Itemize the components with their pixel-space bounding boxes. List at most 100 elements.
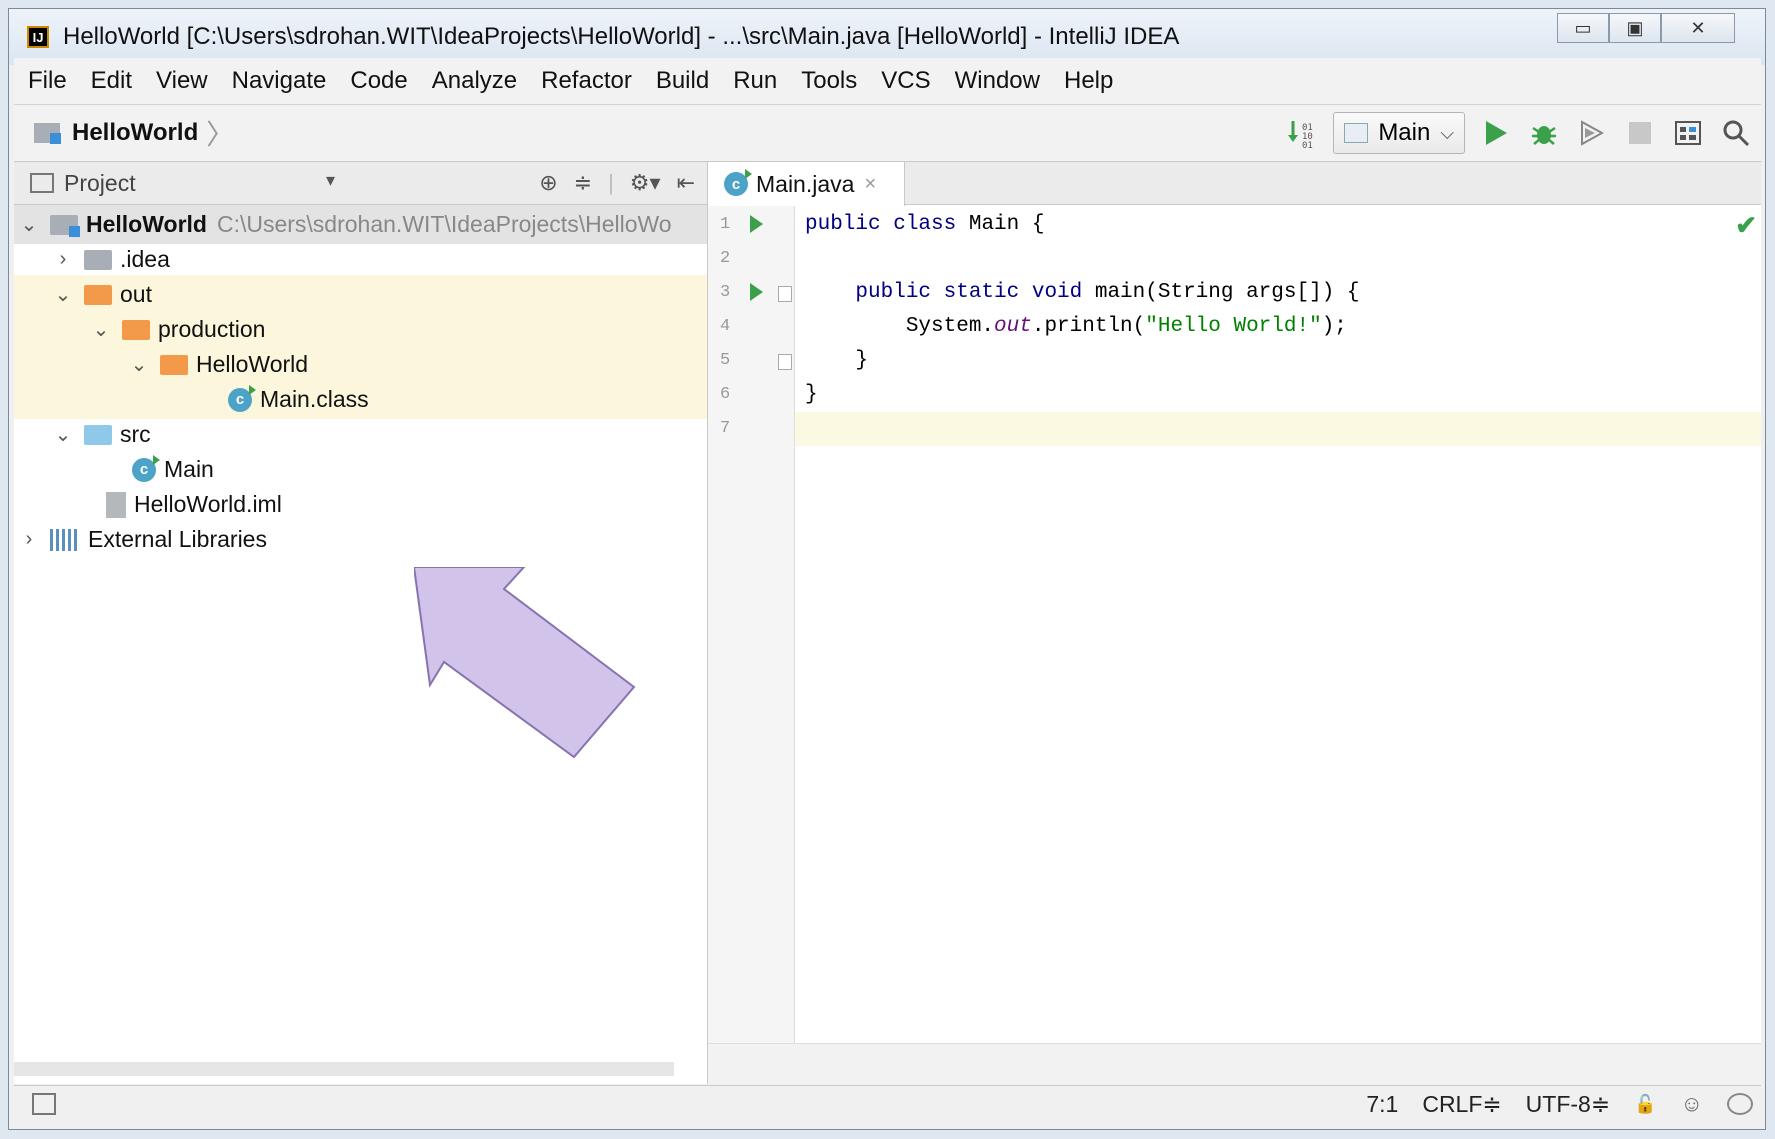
sort-binary-icon[interactable]: 01 10 01 — [1285, 116, 1319, 150]
chevron-down-icon[interactable]: ⌄ — [52, 422, 74, 447]
tree-item-label: HelloWorld.iml — [134, 491, 282, 517]
horizontal-scrollbar[interactable] — [14, 1062, 674, 1076]
callout-arrow-icon — [414, 567, 636, 759]
excluded-folder-icon — [84, 284, 112, 305]
chevron-down-icon[interactable]: ⌄ — [18, 212, 40, 237]
stop-icon[interactable] — [1623, 116, 1657, 150]
gear-icon[interactable]: ⚙▾ — [630, 170, 661, 196]
close-tab-icon[interactable]: × — [864, 173, 876, 196]
tab-main-java[interactable]: c Main.java × — [708, 162, 905, 206]
menu-help[interactable]: Help — [1064, 67, 1113, 95]
maximize-button[interactable]: ▣ — [1609, 13, 1661, 43]
tree-item-production[interactable]: ⌄ production — [14, 310, 707, 349]
project-structure-icon[interactable] — [1671, 116, 1705, 150]
caret-position[interactable]: 7:1 — [1366, 1091, 1398, 1118]
menu-build[interactable]: Build — [656, 67, 709, 95]
project-panel-actions: ⊕ ≑ | ⚙▾ ⇤ — [539, 162, 695, 204]
menu-code[interactable]: Code — [350, 67, 407, 95]
encoding-selector[interactable]: UTF-8≑ — [1526, 1091, 1610, 1118]
menu-view[interactable]: View — [156, 67, 208, 95]
menu-tools[interactable]: Tools — [801, 67, 857, 95]
event-log-icon[interactable] — [1727, 1093, 1753, 1115]
tree-item-label: External Libraries — [88, 526, 267, 552]
editor-pane: c Main.java × 1 2 3 4 5 6 7 public class… — [708, 162, 1761, 1084]
breadcrumb[interactable]: HelloWorld 〉 — [34, 113, 234, 153]
tree-item-out[interactable]: ⌄ out — [14, 275, 707, 314]
minimize-button[interactable]: ▭ — [1557, 13, 1609, 43]
editor-gutter: 1 2 3 4 5 6 7 — [708, 206, 795, 1044]
menu-window[interactable]: Window — [955, 67, 1040, 95]
tree-item-label: Main.class — [260, 386, 369, 412]
run-with-coverage-icon[interactable] — [1575, 116, 1609, 150]
lock-icon[interactable]: 🔓 — [1634, 1094, 1656, 1115]
locate-file-icon[interactable]: ⊕ — [539, 170, 557, 196]
tree-item-label: .idea — [120, 246, 170, 272]
search-icon[interactable] — [1719, 116, 1753, 150]
tree-item-helloworld-output[interactable]: ⌄ HelloWorld — [14, 345, 707, 384]
code-text: main(String args[]) { — [1082, 281, 1360, 304]
keyword: public class — [805, 213, 957, 236]
tree-item-path: C:\Users\sdrohan.WIT\IdeaProjects\HelloW… — [216, 211, 672, 237]
tab-label: Main.java — [756, 170, 855, 197]
tree-item-label: HelloWorld — [196, 351, 309, 377]
run-icon[interactable] — [1479, 116, 1513, 150]
tree-item-external-libraries[interactable]: › External Libraries — [14, 520, 707, 559]
menu-edit[interactable]: Edit — [91, 67, 132, 95]
java-class-icon: c — [724, 169, 752, 196]
fold-marker-icon[interactable] — [778, 286, 792, 302]
menu-navigate[interactable]: Navigate — [232, 67, 327, 95]
dropdown-arrow-icon[interactable]: ▾ — [326, 170, 335, 191]
tree-item-helloworld-root[interactable]: ⌄ HelloWorld C:\Users\sdrohan.WIT\IdeaPr… — [14, 205, 707, 244]
run-config-icon — [1344, 123, 1369, 143]
chevron-down-icon[interactable]: ⌄ — [90, 317, 112, 342]
close-button[interactable]: ✕ — [1661, 13, 1735, 43]
line-number: 6 — [720, 385, 731, 404]
project-view-selector[interactable]: Project — [64, 170, 136, 197]
line-number: 5 — [720, 351, 731, 370]
navigation-bar: HelloWorld 〉 01 10 01 Main ⌵ — [14, 105, 1761, 162]
menu-run[interactable]: Run — [733, 67, 777, 95]
hide-panel-icon[interactable]: ⇤ — [677, 170, 695, 196]
tree-item-label: production — [158, 316, 266, 342]
tree-item-idea[interactable]: › .idea — [14, 240, 707, 279]
chevron-right-icon[interactable]: › — [18, 528, 40, 551]
tree-item-src[interactable]: ⌄ src — [14, 415, 707, 454]
chevron-down-icon[interactable]: ⌄ — [52, 282, 74, 307]
chevron-down-icon[interactable]: ⌄ — [128, 352, 150, 377]
menu-file[interactable]: File — [28, 67, 67, 95]
code-editor[interactable]: public class Main { public static void m… — [795, 206, 1761, 1044]
current-line-highlight — [795, 412, 1761, 446]
run-config-label: Main — [1378, 119, 1431, 146]
code-line-6: } — [805, 378, 1761, 412]
no-problems-check-icon: ✔ — [1735, 210, 1757, 240]
run-gutter-icon[interactable] — [750, 215, 763, 233]
menu-analyze[interactable]: Analyze — [432, 67, 517, 95]
field-reference: out — [994, 315, 1032, 338]
line-number: 4 — [720, 317, 731, 336]
tree-item-helloworld-iml[interactable]: HelloWorld.iml — [14, 485, 707, 524]
breadcrumb-separator: 〉 — [206, 119, 235, 150]
menu-refactor[interactable]: Refactor — [541, 67, 632, 95]
menu-vcs[interactable]: VCS — [881, 67, 930, 95]
collapse-all-icon[interactable]: ≑ — [574, 170, 592, 196]
tree-item-main-class[interactable]: c Main.class — [14, 380, 707, 419]
fold-marker-icon[interactable] — [778, 354, 792, 370]
run-gutter-icon[interactable] — [750, 283, 763, 301]
inspector-icon[interactable]: ☺ — [1681, 1091, 1703, 1117]
run-configuration-select[interactable]: Main ⌵ — [1333, 112, 1465, 154]
debug-icon[interactable] — [1527, 116, 1561, 150]
project-panel-header: Project ▾ ⊕ ≑ | ⚙▾ ⇤ — [14, 162, 707, 205]
code-text: System. — [805, 315, 995, 338]
excluded-folder-icon — [160, 354, 188, 375]
tree-item-main[interactable]: c Main — [14, 450, 707, 489]
title-bar: IJ HelloWorld [C:\Users\sdrohan.WIT\Idea… — [9, 9, 1765, 65]
svg-text:01: 01 — [1302, 141, 1313, 148]
tool-windows-toggle-icon[interactable] — [32, 1093, 56, 1115]
code-line-4: System.out.println("Hello World!"); — [805, 310, 1761, 344]
line-separator-selector[interactable]: CRLF≑ — [1422, 1091, 1501, 1118]
window-title: HelloWorld [C:\Users\sdrohan.WIT\IdeaPro… — [63, 23, 1180, 50]
chevron-right-icon[interactable]: › — [52, 248, 74, 271]
line-number: 1 — [720, 215, 731, 234]
line-number: 7 — [720, 419, 731, 438]
line-number: 2 — [720, 249, 731, 268]
